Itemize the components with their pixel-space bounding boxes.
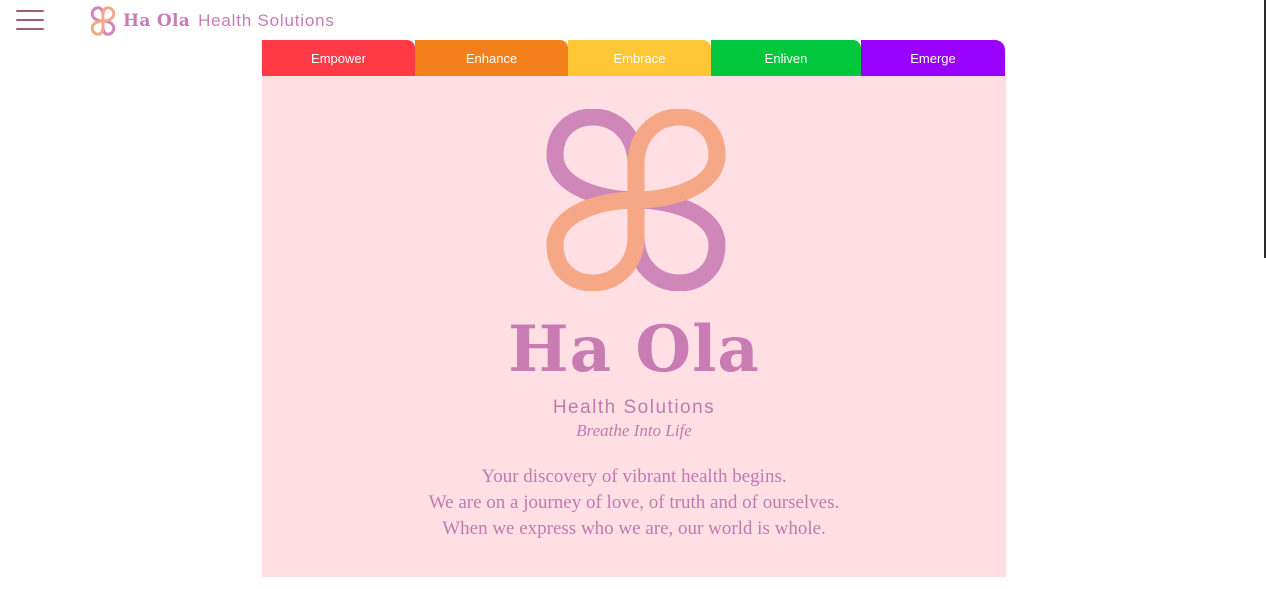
hamburger-menu-icon[interactable] [16, 9, 45, 32]
hero-title: Ha Ola [508, 312, 760, 387]
brand-name: Ha Ola [123, 11, 191, 31]
hero-subtitle: Health Solutions [552, 397, 716, 418]
hero-body: Your discovery of vibrant health begins.… [262, 464, 1006, 542]
menu-bar-top [16, 10, 44, 12]
tab-embrace[interactable]: Embrace [568, 40, 711, 76]
tab-bar: Empower Enhance Embrace Enliven Emerge [262, 40, 1005, 76]
flower-logo-icon [90, 6, 116, 36]
hero-tagline: Breathe Into Life [576, 421, 692, 440]
hero-body-line: We are on a journey of love, of truth an… [428, 492, 840, 513]
hero-section: Ha Ola Health Solutions Breathe Into Lif… [262, 76, 1006, 577]
flower-logo-icon [546, 109, 726, 291]
tab-empower[interactable]: Empower [262, 40, 415, 76]
menu-bar-bottom [16, 28, 44, 30]
tab-enhance[interactable]: Enhance [415, 40, 568, 76]
tab-emerge[interactable]: Emerge [861, 40, 1005, 76]
menu-bar-middle [16, 19, 44, 21]
hero-body-line: Your discovery of vibrant health begins. [481, 466, 787, 487]
tab-enliven[interactable]: Enliven [711, 40, 861, 76]
hero-body-line: When we express who we are, our world is… [442, 518, 826, 539]
brand-link[interactable]: Ha Ola Health Solutions [87, 6, 335, 36]
brand-subtitle: Health Solutions [198, 11, 335, 30]
